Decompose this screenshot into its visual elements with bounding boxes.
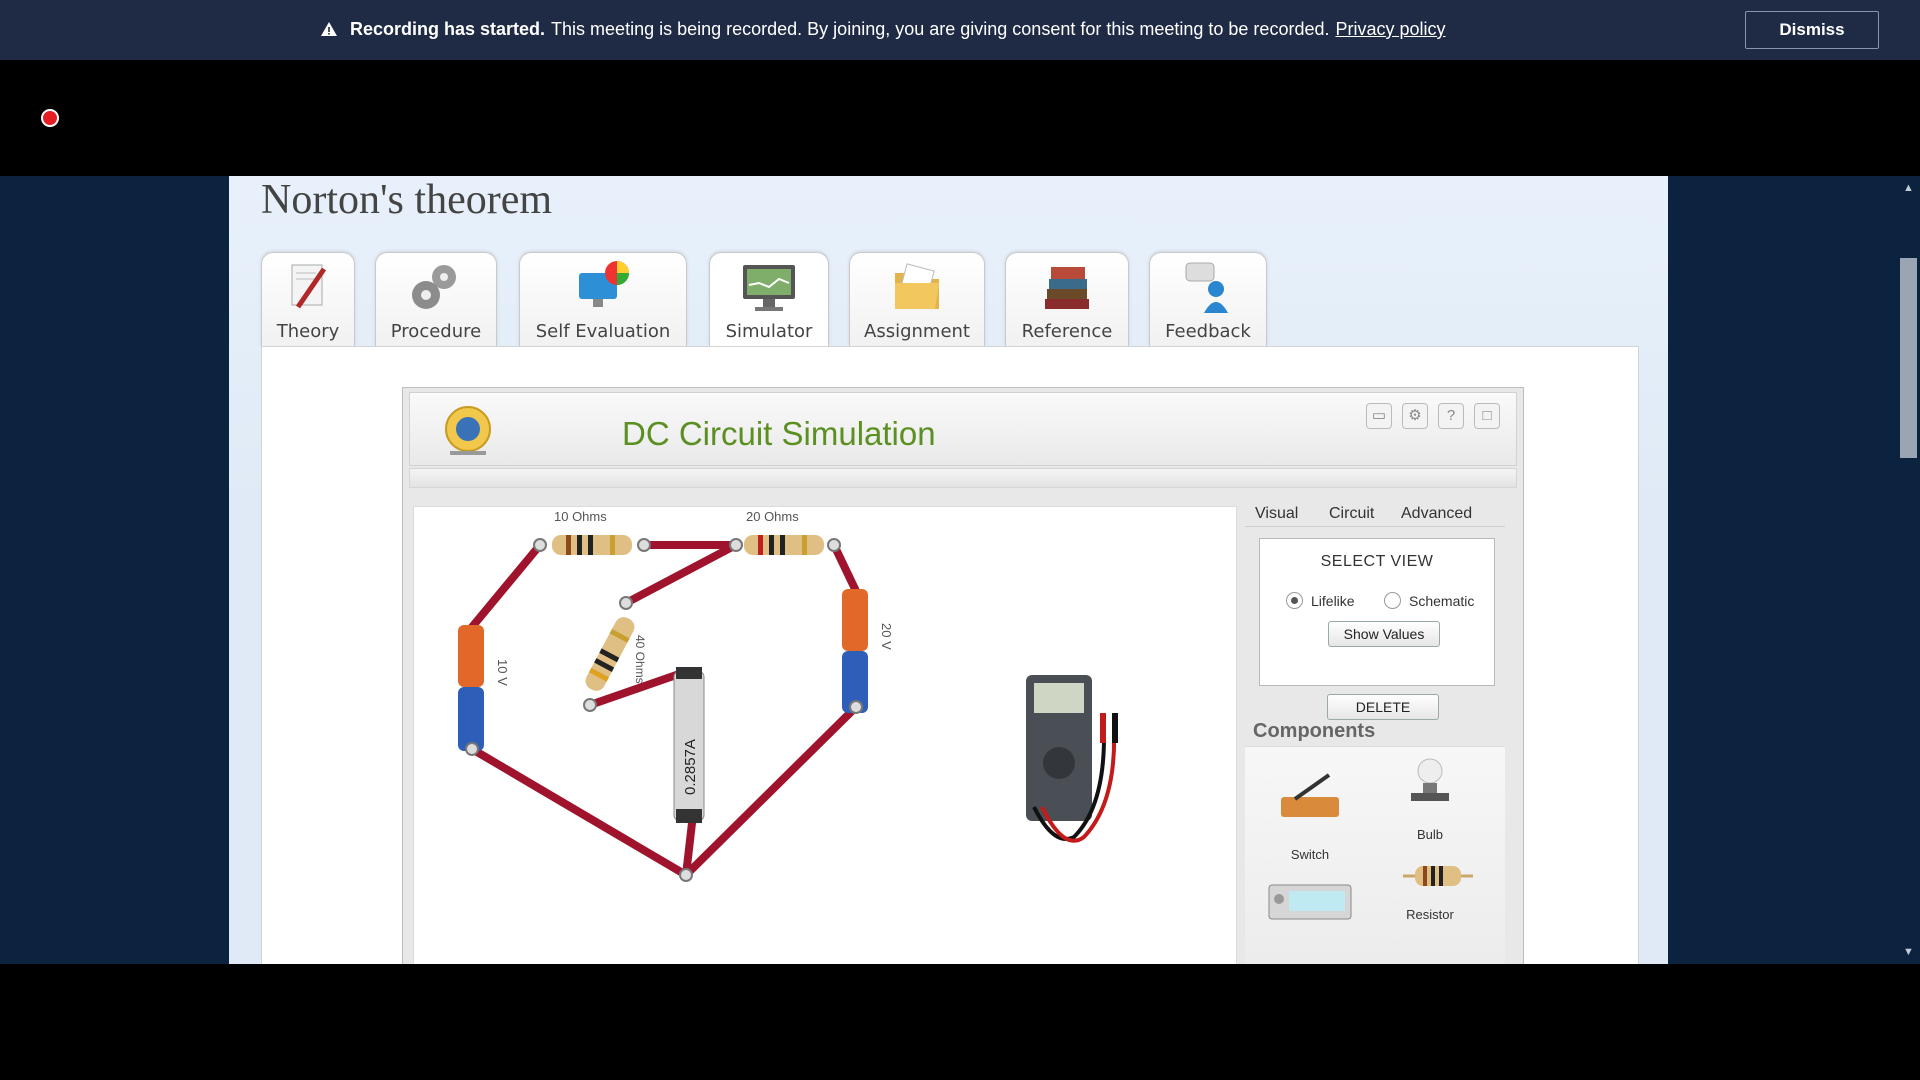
books-icon — [1045, 267, 1089, 309]
simulator-title: DC Circuit Simulation — [622, 415, 936, 452]
dismiss-button[interactable]: Dismiss — [1745, 11, 1879, 49]
resistor-10-label: 10 Ohms — [554, 509, 607, 524]
scroll-down-icon[interactable]: ▼ — [1903, 946, 1914, 958]
institute-logo — [445, 406, 491, 455]
theory-icon — [291, 264, 327, 309]
resistor-10-ohm[interactable] — [552, 535, 632, 555]
dc-circuit-simulator: DC Circuit Simulation ▭ ⚙? □ 10 Ohms 20 … — [402, 387, 1524, 964]
tab-label-reference: Reference — [1021, 321, 1113, 342]
feedback-icon — [1185, 262, 1228, 313]
settings-icon[interactable]: ⚙ — [1402, 403, 1428, 429]
wire — [468, 745, 690, 879]
select-view-box: SELECT VIEW Lifelike Schematic Show Valu… — [1259, 538, 1495, 686]
circuit-canvas[interactable]: 10 Ohms 20 Ohms 40 Ohms 10 V 20 V 0.2857… — [413, 506, 1237, 964]
select-view-title: SELECT VIEW — [1320, 553, 1434, 570]
page-title: Norton's theorem — [261, 177, 553, 223]
radio-unselected-icon — [1384, 592, 1401, 609]
ammeter-reading: 0.2857A — [682, 739, 699, 795]
components-title: Components — [1253, 720, 1376, 742]
self-evaluation-icon — [579, 261, 629, 307]
radio-lifelike-label: Lifelike — [1311, 593, 1355, 609]
folder-icon — [895, 263, 939, 309]
resistor-20-label: 20 Ohms — [746, 509, 799, 524]
bulb-label: Bulb — [1416, 827, 1444, 842]
components-palette: Switch Bulb Resistor — [1245, 746, 1505, 964]
tab-label-simulator: Simulator — [725, 321, 813, 342]
shared-screen: Norton's theorem Theory Procedure Self E… — [0, 176, 1920, 964]
battery-10v-label: 10 V — [495, 659, 510, 686]
help-icon[interactable]: ? — [1438, 403, 1464, 429]
wire — [622, 541, 740, 607]
tab-feedback[interactable]: Feedback — [1149, 252, 1267, 347]
save-icon[interactable]: ▭ — [1366, 403, 1392, 429]
bulb-icon[interactable] — [1405, 753, 1455, 813]
monitor-icon — [743, 265, 795, 311]
resistor-icon[interactable] — [1403, 861, 1473, 891]
circuit-diagram: 10 Ohms 20 Ohms 40 Ohms 10 V 20 V 0.2857… — [458, 509, 1118, 882]
recording-indicator-icon — [41, 109, 59, 127]
battery-20v[interactable] — [842, 589, 868, 713]
vertical-scrollbar[interactable]: ▲ ▼ — [1898, 176, 1920, 964]
radio-schematic[interactable]: Schematic — [1384, 592, 1474, 609]
tab-label-self-evaluation: Self Evaluation — [535, 321, 671, 342]
tab-self-evaluation[interactable]: Self Evaluation — [519, 252, 687, 347]
banner-message: Recording has started. This meeting is be… — [320, 19, 1446, 40]
warning-icon — [321, 22, 337, 36]
ammeter-component-icon[interactable] — [1267, 883, 1353, 923]
scrollbar-thumb[interactable] — [1900, 258, 1917, 458]
multimeter[interactable] — [1026, 675, 1118, 843]
battery-10v[interactable] — [458, 625, 484, 751]
simulator-toolbar-strip — [409, 468, 1517, 488]
gears-icon — [412, 265, 456, 309]
resistor-20-ohm[interactable] — [744, 535, 824, 555]
tab-circuit[interactable]: Circuit — [1323, 502, 1380, 526]
wire — [830, 541, 860, 595]
scroll-up-icon[interactable]: ▲ — [1903, 182, 1914, 194]
tab-label-procedure: Procedure — [390, 321, 482, 342]
tab-theory[interactable]: Theory — [261, 252, 355, 347]
lab-page: Norton's theorem Theory Procedure Self E… — [229, 176, 1668, 964]
delete-button[interactable]: DELETE — [1327, 694, 1439, 720]
resistor-40-ohm[interactable] — [582, 614, 637, 694]
banner-text: This meeting is being recorded. By joini… — [551, 19, 1330, 39]
banner-strong: Recording has started. — [350, 19, 546, 39]
radio-lifelike[interactable]: Lifelike — [1286, 592, 1355, 609]
tab-label-theory: Theory — [276, 321, 340, 342]
panel-tabs: Visual Circuit Advanced — [1245, 500, 1505, 527]
bottom-area — [0, 964, 1920, 1080]
tab-content: DC Circuit Simulation ▭ ⚙? □ 10 Ohms 20 … — [261, 346, 1639, 964]
show-values-button[interactable]: Show Values — [1328, 621, 1440, 647]
switch-label: Switch — [1290, 847, 1330, 862]
tab-label-feedback: Feedback — [1165, 321, 1251, 342]
control-panel: Visual Circuit Advanced SELECT VIEW Life… — [1245, 500, 1505, 964]
tab-simulator[interactable]: Simulator — [709, 252, 829, 347]
tab-assignment[interactable]: Assignment — [849, 252, 985, 347]
wire — [468, 541, 544, 631]
simulator-toolbar: ▭ ⚙? □ — [1356, 403, 1500, 429]
radio-schematic-label: Schematic — [1409, 593, 1475, 609]
tab-advanced[interactable]: Advanced — [1395, 502, 1503, 526]
fullscreen-icon[interactable]: □ — [1474, 403, 1500, 429]
switch-icon[interactable] — [1275, 767, 1345, 827]
resistor-label: Resistor — [1406, 907, 1454, 922]
recording-banner: Recording has started. This meeting is be… — [0, 0, 1920, 60]
resistor-40-label: 40 Ohms — [633, 635, 647, 684]
battery-20v-label: 20 V — [879, 623, 894, 650]
tab-reference[interactable]: Reference — [1005, 252, 1129, 347]
simulator-header: DC Circuit Simulation ▭ ⚙? □ — [409, 392, 1517, 466]
privacy-policy-link[interactable]: Privacy policy — [1335, 19, 1445, 39]
tab-label-assignment: Assignment — [864, 321, 970, 342]
wire — [682, 703, 860, 879]
radio-selected-icon — [1286, 592, 1303, 609]
tab-visual[interactable]: Visual — [1249, 502, 1304, 526]
tab-procedure[interactable]: Procedure — [375, 252, 497, 347]
